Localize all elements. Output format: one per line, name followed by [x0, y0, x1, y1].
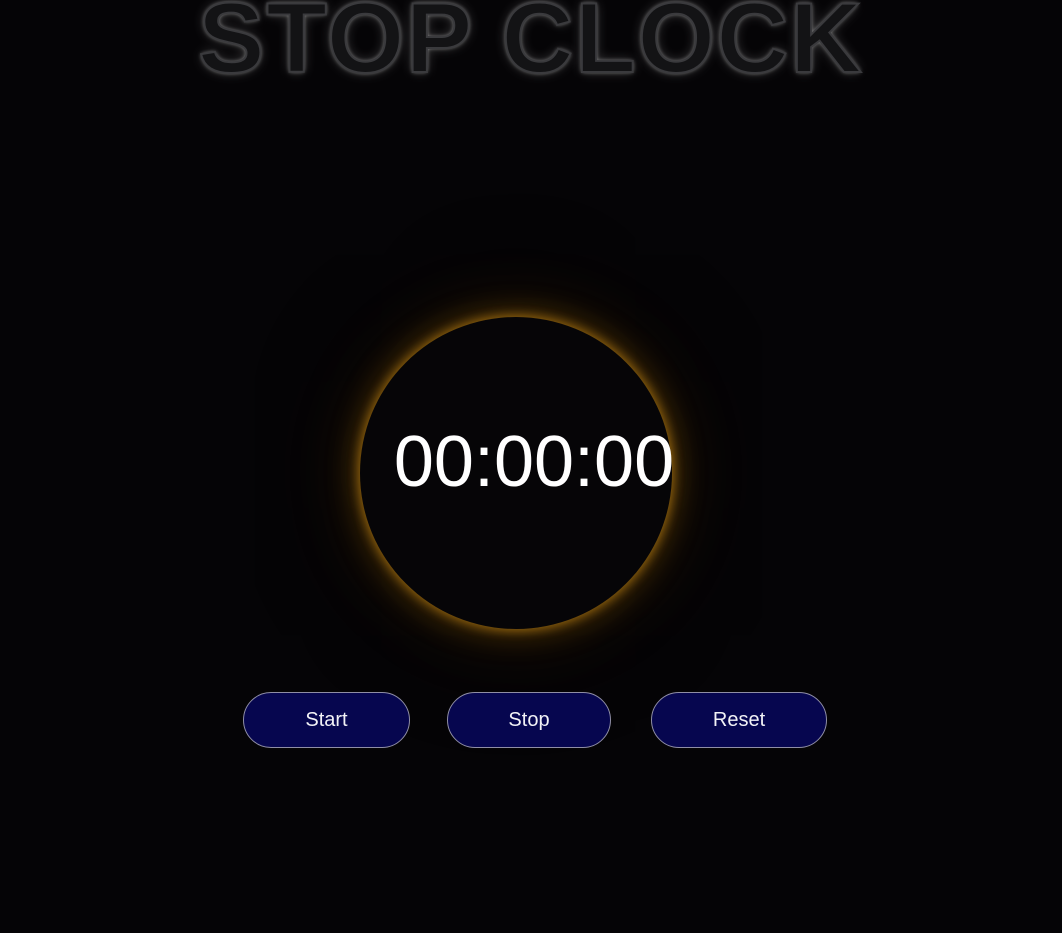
page-title: STOP CLOCK [197, 0, 864, 93]
start-button[interactable]: Start [243, 692, 410, 748]
time-display: 00:00:00 [393, 422, 675, 502]
stop-button[interactable]: Stop [447, 692, 611, 748]
reset-button[interactable]: Reset [651, 692, 827, 748]
stopwatch-page: STOP CLOCK 00:00:00 Start Stop Reset [0, 0, 1062, 933]
